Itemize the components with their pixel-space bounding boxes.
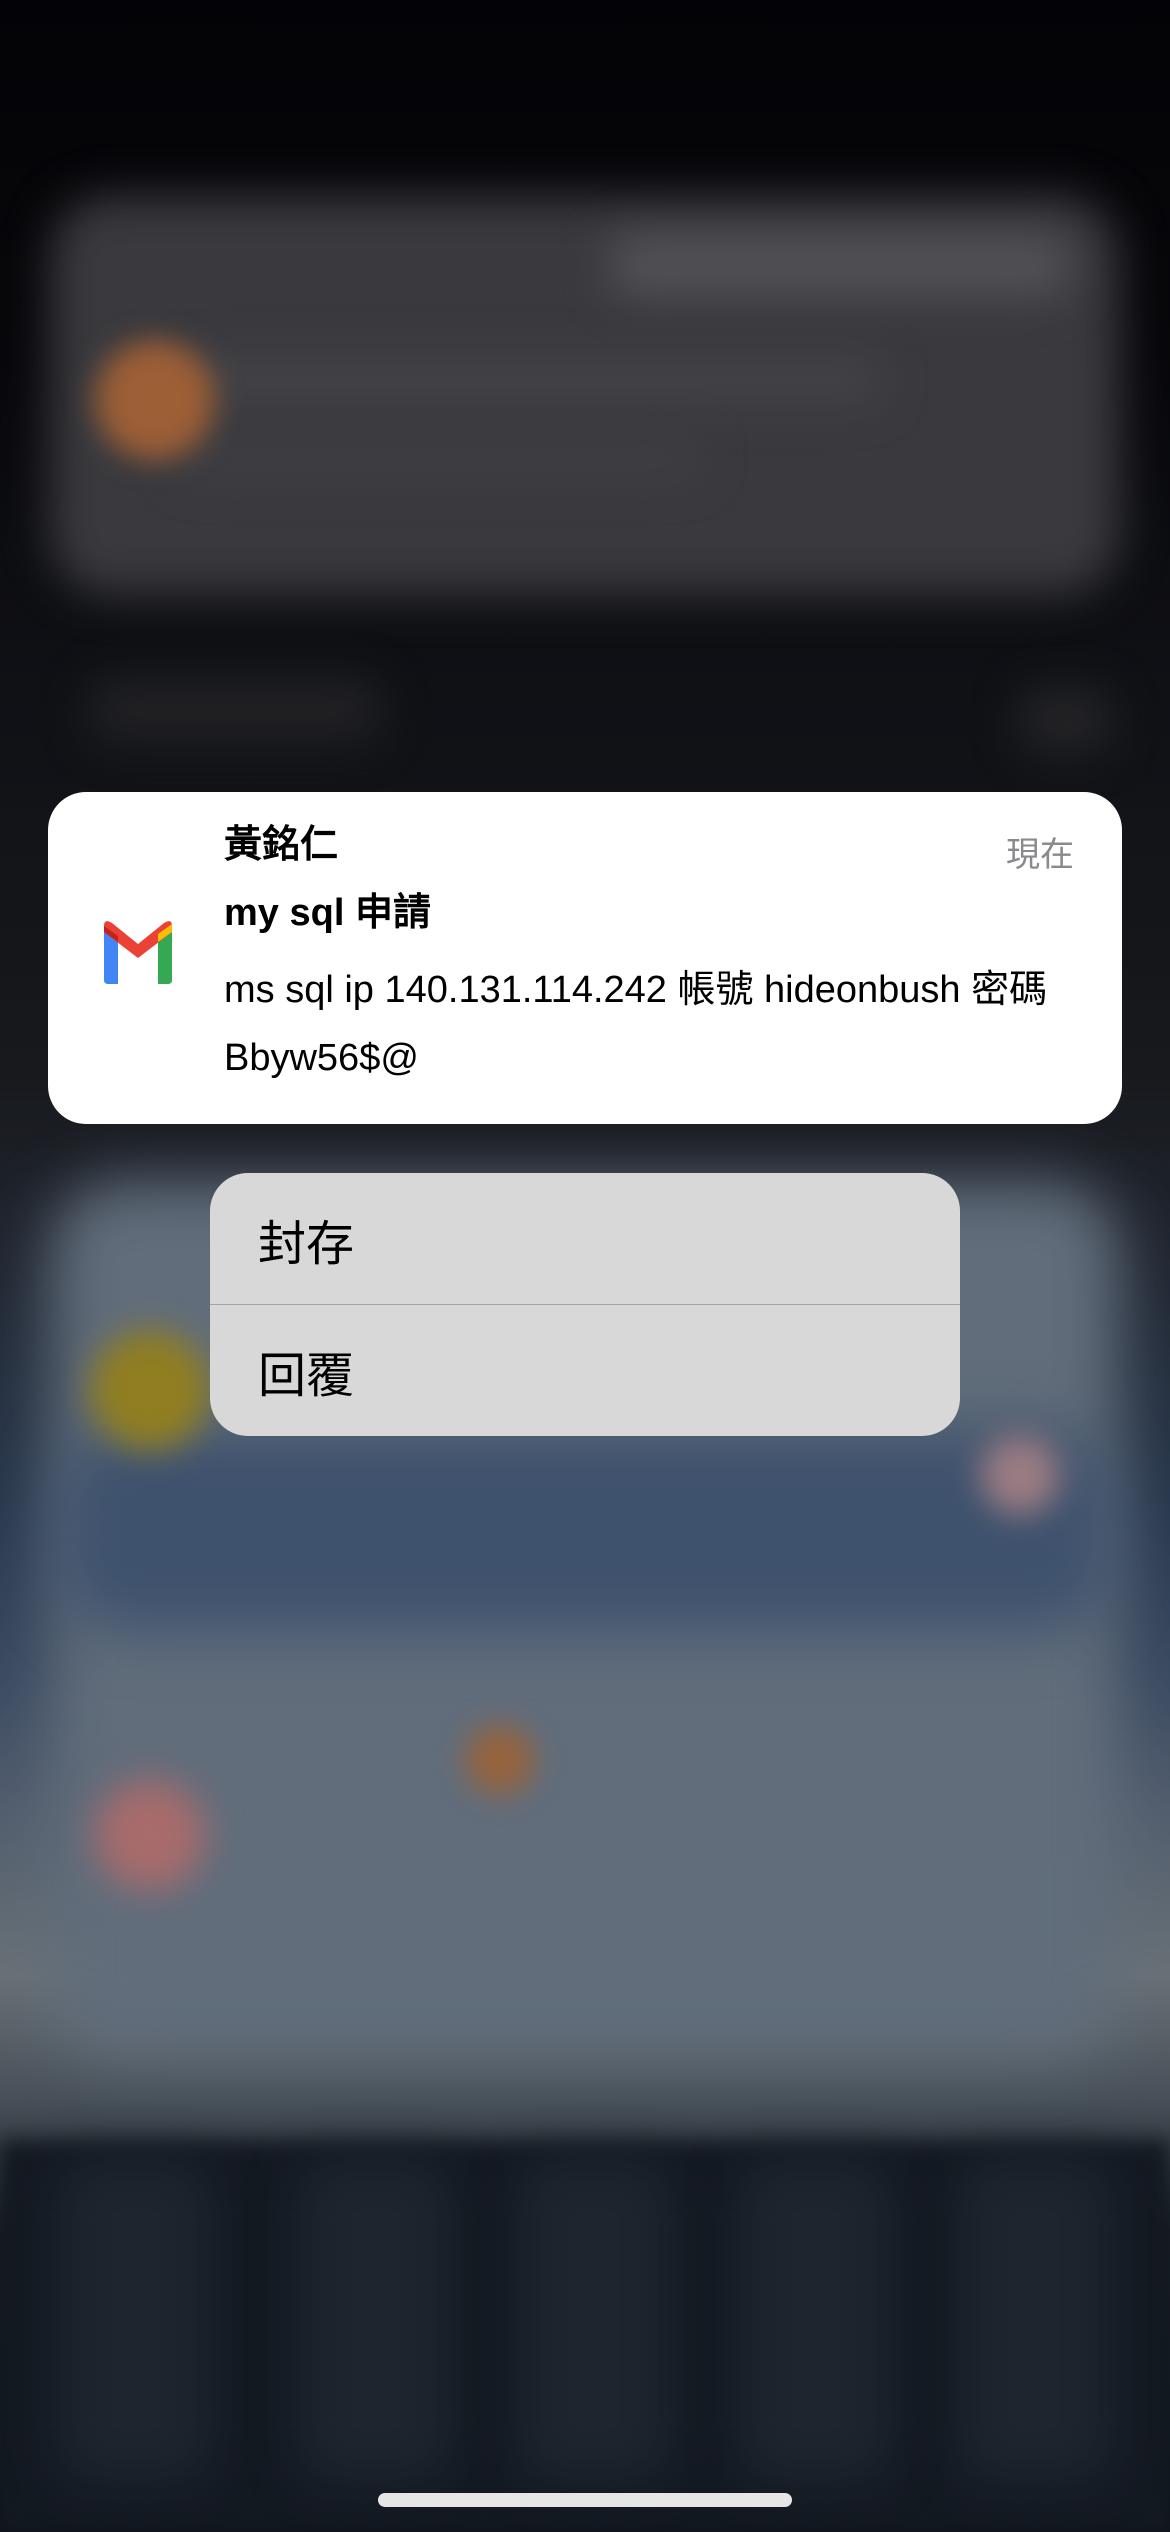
home-indicator[interactable] [378, 2493, 792, 2507]
notification-subject: my sql 申請 [224, 892, 431, 934]
archive-menu-item[interactable]: 封存 [210, 1173, 960, 1304]
notification-context-menu: 封存 回覆 [210, 1173, 960, 1436]
reply-menu-item[interactable]: 回覆 [210, 1305, 960, 1436]
gmail-icon [104, 921, 172, 984]
notification-timestamp: 現在 [1006, 836, 1074, 874]
notification-sender: 黃銘仁 [224, 824, 339, 866]
notification-body: ms sql ip 140.131.114.242 帳號 hideonbush … [224, 969, 1048, 1079]
